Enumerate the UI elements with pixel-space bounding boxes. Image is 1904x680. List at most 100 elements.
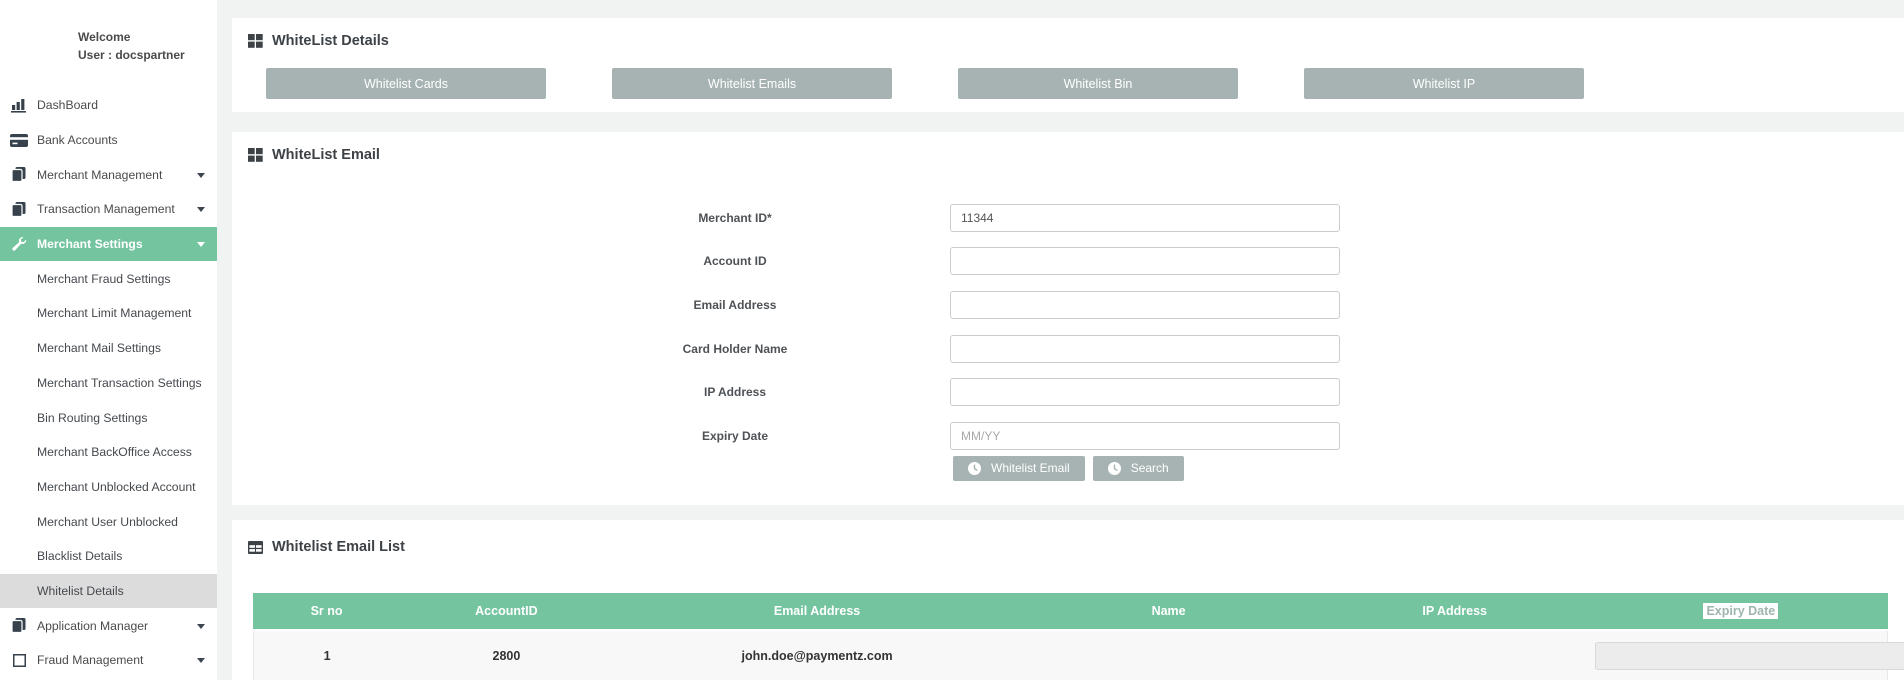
sidebar-item-label: Merchant Management [37,168,162,182]
welcome-user: User : docspartner [78,46,217,64]
sidebar-item-label: Merchant Mail Settings [37,341,161,355]
whitelist-email-form: Merchant ID* Account ID Email Address Card … [248,196,1888,458]
tab-button-whitelist-cards[interactable]: Whitelist Cards [266,68,546,99]
credit-card-icon [8,132,30,148]
field-label: Card Holder Name [605,342,865,356]
sidebar-item-merchant-settings[interactable]: Merchant Settings [0,227,217,262]
sidebar-item-whitelist-details[interactable]: Whitelist Details [0,574,217,609]
column-header-ip-address: IP Address [1316,593,1594,631]
copy-icon [8,618,30,634]
sidebar-nav: DashBoard Bank Accounts Merchant Managemen… [0,88,217,678]
ip-address-field[interactable] [950,378,1340,406]
whitelist-details-title-row: WhiteList Details [248,32,1888,50]
sidebar-item-merchant-management[interactable]: Merchant Management [0,157,217,192]
sidebar-item-merchant-limit-management[interactable]: Merchant Limit Management [0,296,217,331]
table-header-row: Sr noAccountIDEmail AddressNameIP Addres… [253,593,1888,631]
column-header-accountid: AccountID [400,593,613,631]
chevron-down-icon [197,242,205,251]
form-row-card-holder-name: Card Holder Name [248,327,1888,371]
whitelist-details-panel: WhiteList Details Whitelist CardsWhiteli… [232,18,1904,112]
expiry-date-field[interactable] [950,422,1340,450]
chevron-down-icon [197,624,205,633]
form-row-expiry-date: Expiry Date [248,414,1888,458]
field-label: Expiry Date [605,429,865,443]
button-label: Whitelist Email [991,461,1070,475]
page-title: WhiteList Details [272,33,389,49]
sidebar-item-merchant-unblocked-account[interactable]: Merchant Unblocked Account [0,470,217,505]
cell-sr-no: 1 [253,631,400,680]
sidebar-item-merchant-user-unblocked[interactable]: Merchant User Unblocked [0,504,217,539]
clock-icon [1108,462,1121,475]
welcome-text: Welcome [78,28,217,46]
sidebar-item-label: Merchant Unblocked Account [37,480,196,494]
sidebar-item-label: Merchant Fraud Settings [37,272,170,286]
tab-button-whitelist-emails[interactable]: Whitelist Emails [612,68,892,99]
sidebar-item-merchant-backoffice-access[interactable]: Merchant BackOffice Access [0,435,217,470]
table-icon [248,541,263,554]
field-label: IP Address [605,385,865,399]
welcome-block: Welcome User : docspartner [78,28,217,64]
sidebar-item-dashboard[interactable]: DashBoard [0,88,217,123]
whitelist-tab-row: Whitelist Cards Whitelist Emails Whitelist… [266,68,1888,99]
form-row-merchant-id: Merchant ID* [248,196,1888,240]
form-row-account-id: Account ID [248,240,1888,284]
email-address-field[interactable] [950,291,1340,319]
list-title: Whitelist Email List [272,539,405,555]
search-button[interactable]: Search [1093,456,1184,481]
form-action-row: Whitelist Email Search [953,456,1888,481]
chevron-down-icon [197,173,205,182]
grid-icon [248,34,263,48]
button-label: Search [1131,461,1169,475]
field-label: Email Address [605,298,865,312]
sidebar-item-application-manager[interactable]: Application Manager [0,608,217,643]
sidebar-item-label: Fraud Management [37,653,143,667]
column-header-expiry-date: Expiry Date [1594,593,1888,631]
sidebar-item-merchant-transaction-settings[interactable]: Merchant Transaction Settings [0,366,217,401]
account-id-field[interactable] [950,247,1340,275]
sidebar-item-label: Blacklist Details [37,549,122,563]
sidebar-item-label: Transaction Management [37,202,175,216]
form-row-ip-address: IP Address [248,370,1888,414]
highlighted-header-text: Expiry Date [1703,603,1778,619]
sidebar-item-label: Bin Routing Settings [37,411,147,425]
sidebar-item-transaction-management[interactable]: Transaction Management [0,192,217,227]
column-header-name: Name [1021,593,1315,631]
clock-icon [968,462,981,475]
sidebar-item-label: Whitelist Details [37,584,124,598]
sidebar-item-label: Merchant Transaction Settings [37,376,202,390]
sidebar-item-label: Merchant Settings [37,237,143,251]
tab-button-whitelist-ip[interactable]: Whitelist IP [1304,68,1584,99]
column-header-sr-no: Sr no [253,593,400,631]
sidebar-item-merchant-fraud-settings[interactable]: Merchant Fraud Settings [0,261,217,296]
column-header-email-address: Email Address [613,593,1022,631]
square-icon [8,652,30,668]
cell-name [1021,631,1315,680]
whitelist-email-list-title-row: Whitelist Email List [248,538,1888,556]
cell-account-id: 2800 [400,631,613,680]
whitelist-email-table: Sr noAccountIDEmail AddressNameIP Addres… [253,593,1888,680]
sidebar: Welcome User : docspartner DashBoard Bank… [0,0,217,680]
sidebar-item-bin-routing-settings[interactable]: Bin Routing Settings [0,400,217,435]
main-content: WhiteList Details Whitelist CardsWhiteli… [217,0,1904,680]
whitelist-email-title-row: WhiteList Email [248,146,1888,164]
expiry-date-disabled-input[interactable] [1595,642,1904,670]
merchant-id-field[interactable] [950,204,1340,232]
sidebar-item-bank-accounts[interactable]: Bank Accounts [0,123,217,158]
copy-icon [8,201,30,217]
cell-ip-address [1316,631,1594,680]
wrench-icon [8,236,30,252]
sidebar-item-merchant-mail-settings[interactable]: Merchant Mail Settings [0,331,217,366]
sidebar-item-label: DashBoard [37,98,98,112]
sidebar-item-label: Merchant Limit Management [37,306,191,320]
sidebar-item-fraud-management[interactable]: Fraud Management [0,643,217,678]
bar-chart-icon [8,97,30,113]
sidebar-item-label: Application Manager [37,619,148,633]
whitelist-email-button[interactable]: Whitelist Email [953,456,1085,481]
whitelist-email-panel: WhiteList Email Merchant ID* Account ID Em… [232,132,1904,505]
tab-button-whitelist-bin[interactable]: Whitelist Bin [958,68,1238,99]
sidebar-item-blacklist-details[interactable]: Blacklist Details [0,539,217,574]
field-label: Merchant ID* [605,211,865,225]
chevron-down-icon [197,658,205,667]
card-holder-name-field[interactable] [950,335,1340,363]
table-body: 12800john.doe@paymentz.com [253,631,1888,680]
